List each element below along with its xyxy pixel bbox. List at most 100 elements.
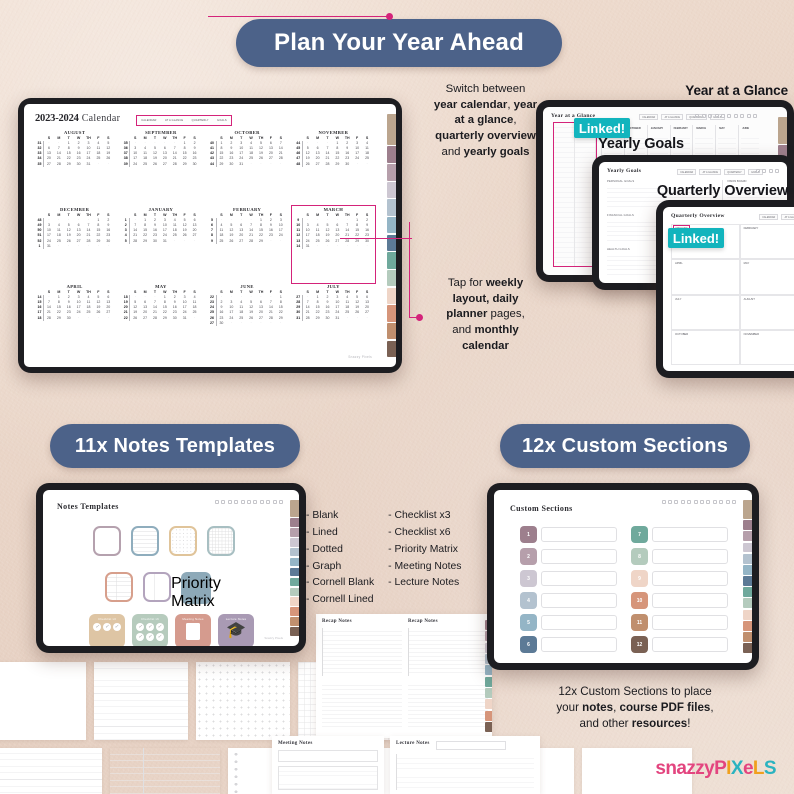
quarterly-cell[interactable]: APRIL xyxy=(671,259,740,295)
lasso-icon[interactable] xyxy=(714,114,719,118)
more-icon[interactable] xyxy=(753,114,757,118)
notes-card-cornell-blank[interactable] xyxy=(143,572,171,602)
month-march[interactable]: MARCH S M T W TH F S 9 · · · · · 1 2 10 3 4 5 6 7 8 9 11 10 11 12 13… xyxy=(290,205,377,284)
custom-section-chip[interactable]: 3 xyxy=(520,570,537,587)
custom-section-chip[interactable]: 11 xyxy=(631,614,648,631)
custom-section-row[interactable]: 10 xyxy=(631,592,728,609)
quarterly-cell[interactable]: OCTOBER xyxy=(671,329,740,365)
undo-icon[interactable] xyxy=(266,500,271,504)
redo-icon[interactable] xyxy=(272,500,277,504)
custom-section-chip[interactable]: 4 xyxy=(520,592,537,609)
glance-tab-calendar[interactable]: CALENDAR xyxy=(639,114,659,121)
notes-card-graph[interactable] xyxy=(207,526,235,556)
pen-icon[interactable] xyxy=(695,114,700,118)
month-february[interactable]: FEBRUARY S M T W TH F S 5 · · · · 1 2 3 6 4 5 6 7 8 9 10 7 11 12 13… xyxy=(207,207,288,282)
custom-section-row[interactable]: 6 xyxy=(520,636,617,653)
goals-tab-calendar[interactable]: CALENDAR xyxy=(677,169,697,176)
custom-section-field[interactable] xyxy=(541,549,617,564)
notes-card-row-1[interactable] xyxy=(93,526,235,556)
eraser-icon[interactable] xyxy=(680,500,685,504)
custom-toolbar-icons[interactable] xyxy=(661,500,736,504)
month-august[interactable]: AUGUST S M T W TH F S 31 · · 1 2 3 4 5 32 6 7 8 9 10 11 12 33 13 1… xyxy=(34,130,115,205)
eraser-icon[interactable] xyxy=(762,169,767,173)
tab-at-a-glance[interactable]: AT A GLANCE xyxy=(165,119,183,122)
sticker-icon[interactable] xyxy=(721,114,726,118)
goals-tab-quarterly[interactable]: QUARTERLY xyxy=(724,169,745,176)
custom-section-chip[interactable]: 1 xyxy=(520,526,537,543)
tab-calendar[interactable]: CALENDAR xyxy=(141,119,156,122)
pen-icon[interactable] xyxy=(755,169,760,173)
calendar-tab-bar[interactable]: CALENDAR AT A GLANCE QUARTERLY GOALS xyxy=(136,115,232,126)
more-icon[interactable] xyxy=(775,169,779,173)
custom-section-field[interactable] xyxy=(652,527,728,542)
custom-section-field[interactable] xyxy=(541,593,617,608)
pen-icon[interactable] xyxy=(215,500,220,504)
custom-section-chip[interactable]: 7 xyxy=(631,526,648,543)
redo-icon[interactable] xyxy=(746,114,751,118)
lasso-icon[interactable] xyxy=(240,500,245,504)
month-january[interactable]: JANUARY S M T W TH F S 1 · 1 2 3 4 5 6 2 7 8 9 10 11 12 13 3 14 15… xyxy=(120,207,201,282)
custom-section-field[interactable] xyxy=(541,615,617,630)
notes-card-blank[interactable] xyxy=(93,526,121,556)
quarterly-tab-calendar[interactable]: CALENDAR xyxy=(759,214,779,221)
eraser-icon[interactable] xyxy=(708,114,713,118)
custom-section-row[interactable]: 1 xyxy=(520,526,617,543)
month-june[interactable]: JUNE S M T W TH F S 22 · · · · · · 1 23 2 3 4 5 6 7 8 24 9 10 11 12 1… xyxy=(207,284,288,359)
glance-tab-glance[interactable]: AT A GLANCE xyxy=(661,114,684,121)
quarterly-cell[interactable]: FEBRUARY xyxy=(739,224,794,260)
custom-section-row[interactable]: 2 xyxy=(520,548,617,565)
tablet-notes-templates[interactable]: Notes Templates Priority Matrix Checklis… xyxy=(36,483,306,653)
tab-quarterly[interactable]: QUARTERLY xyxy=(192,119,209,122)
notes-side-tabs[interactable] xyxy=(290,500,299,637)
custom-section-chip[interactable]: 12 xyxy=(631,636,648,653)
shape-icon[interactable] xyxy=(253,500,258,504)
shape-icon[interactable] xyxy=(727,114,732,118)
quarterly-cell[interactable]: AUGUST xyxy=(739,294,794,330)
custom-section-chip[interactable]: 8 xyxy=(631,548,648,565)
pen-icon[interactable] xyxy=(661,500,666,504)
month-september[interactable]: SEPTEMBER S M T W TH F S 35 · · · · · 1 2 36 3 4 5 6 7 8 9 37 10 1… xyxy=(120,130,201,205)
custom-side-tabs[interactable] xyxy=(743,500,752,654)
notes-tile-checklist-x3[interactable]: Checklist x3 xyxy=(89,614,125,646)
notes-card-dotted[interactable] xyxy=(169,526,197,556)
lasso-icon[interactable] xyxy=(687,500,692,504)
text-icon[interactable] xyxy=(706,500,711,504)
undo-icon[interactable] xyxy=(740,114,745,118)
pencil-icon[interactable] xyxy=(668,500,673,504)
more-icon[interactable] xyxy=(279,500,283,504)
quarterly-cell[interactable]: MAY xyxy=(739,259,794,295)
tablet-custom-sections[interactable]: Custom Sections 1 7 2 8 3 9 4 10 5 11 6 12 xyxy=(487,483,759,670)
custom-sections-grid[interactable]: 1 7 2 8 3 9 4 10 5 11 6 12 xyxy=(520,526,728,653)
custom-section-row[interactable]: 11 xyxy=(631,614,728,631)
custom-section-row[interactable]: 9 xyxy=(631,570,728,587)
custom-section-field[interactable] xyxy=(652,615,728,630)
custom-section-field[interactable] xyxy=(541,637,617,652)
custom-section-field[interactable] xyxy=(652,637,728,652)
pencil-icon[interactable] xyxy=(221,500,226,504)
custom-section-field[interactable] xyxy=(541,571,617,586)
notes-card-cornell-lined[interactable] xyxy=(105,572,133,602)
tab-goals[interactable]: GOALS xyxy=(217,119,227,122)
custom-section-field[interactable] xyxy=(541,527,617,542)
custom-section-row[interactable]: 5 xyxy=(520,614,617,631)
month-april[interactable]: APRIL S M T W TH F S 14 · 1 2 3 4 5 6 15 7 8 9 10 11 12 13 16 14 1… xyxy=(34,284,115,359)
more-icon[interactable] xyxy=(732,500,736,504)
notes-card-row-2[interactable]: Priority Matrix xyxy=(105,572,221,631)
highlighter-icon[interactable] xyxy=(227,500,232,504)
month-may[interactable]: MAY S M T W TH F S 18 · · · 1 2 3 4 19 5 6 7 8 9 10 11 20 12 13 14 1… xyxy=(120,284,201,359)
custom-section-row[interactable]: 3 xyxy=(520,570,617,587)
notes-tile-priority-matrix[interactable]: Priority Matrix xyxy=(171,572,221,631)
shape-icon[interactable] xyxy=(700,500,705,504)
notes-card-lined[interactable] xyxy=(131,526,159,556)
text-icon[interactable] xyxy=(259,500,264,504)
custom-section-chip[interactable]: 2 xyxy=(520,548,537,565)
quarterly-cell[interactable]: NOVEMBER xyxy=(739,329,794,365)
custom-section-chip[interactable]: 9 xyxy=(631,570,648,587)
text-icon[interactable] xyxy=(733,114,738,118)
month-november[interactable]: NOVEMBER S M T W TH F S 44 · · · 1 2 3 4 45 5 6 7 8 9 10 11 46 12… xyxy=(293,130,374,205)
custom-section-chip[interactable]: 5 xyxy=(520,614,537,631)
tablet-quarterly-overview[interactable]: Quarterly Overview CALENDAR AT A GLANCE … xyxy=(656,200,794,378)
notes-toolbar-icons[interactable] xyxy=(215,500,283,504)
month-july[interactable]: JULY S M T W TH F S 27 · 1 2 3 4 5 6 28 7 8 9 10 11 12 13 29 14 15… xyxy=(293,284,374,359)
custom-section-field[interactable] xyxy=(652,593,728,608)
